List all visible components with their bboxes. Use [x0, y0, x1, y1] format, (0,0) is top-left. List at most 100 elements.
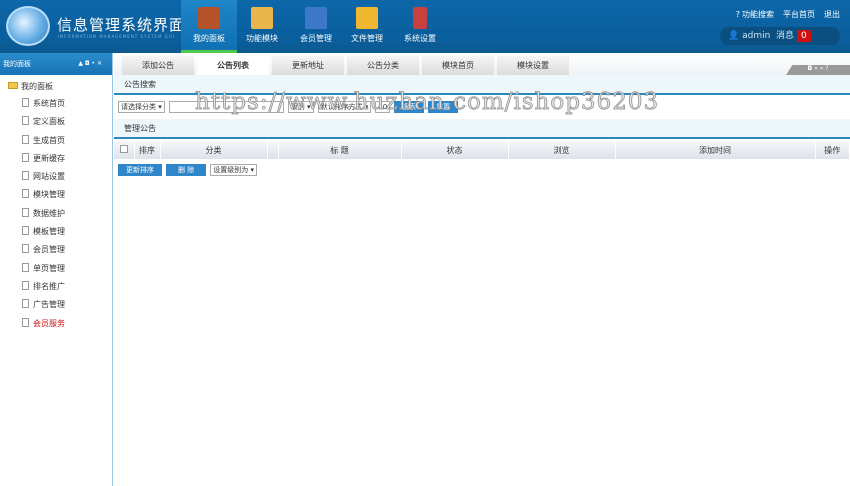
sidebar-item[interactable]: 网站设置: [0, 168, 112, 186]
col-blank: [267, 141, 279, 159]
tab-navigation[interactable]: ◘ « » ?: [786, 65, 850, 75]
sidebar-item[interactable]: 定义面板: [0, 113, 112, 131]
sidebar-item-label: 更新缓存: [33, 153, 65, 163]
tab-add-notice[interactable]: 添加公告: [122, 56, 194, 75]
col-order: 排序: [134, 141, 161, 159]
app-subtitle: INFORMATION MANAGEMENT SYSTEM GUI: [58, 34, 175, 39]
document-icon: [22, 134, 29, 144]
document-icon: [22, 299, 29, 309]
sidebar-item-label: 网站设置: [33, 172, 65, 182]
message-count-badge[interactable]: 0: [797, 30, 811, 42]
nav-my-panel[interactable]: 我的面板: [181, 0, 237, 53]
document-icon: [22, 189, 29, 199]
link-search[interactable]: 功能搜索: [742, 10, 774, 19]
sidebar-item[interactable]: 更新缓存: [0, 150, 112, 168]
sidebar-item-label: 单页管理: [33, 263, 65, 273]
update-order-button[interactable]: 更新排序: [118, 164, 162, 176]
nav-label: 会员管理: [300, 34, 332, 43]
category-select[interactable]: 请选择分类 ▾: [118, 101, 165, 113]
search-button[interactable]: 搜索: [394, 101, 425, 113]
document-icon: [22, 226, 29, 236]
delete-button[interactable]: 删 除: [166, 164, 207, 176]
search-section-title: 公告搜索: [114, 75, 850, 95]
logo-icon: [6, 6, 50, 46]
col-category: 分类: [160, 141, 268, 159]
folder-icon: [356, 7, 378, 29]
user-box: 👤 admin 消息 0: [720, 27, 840, 45]
sidebar-item-label: 会员管理: [33, 245, 65, 255]
wrench-icon: [413, 7, 427, 29]
sidebar-item-label: 广告管理: [33, 300, 65, 310]
document-icon: [22, 317, 29, 327]
manage-section-title: 管理公告: [114, 119, 850, 139]
document-icon: [22, 244, 29, 254]
sidebar-item[interactable]: 广告管理: [0, 296, 112, 314]
nav-label: 系统设置: [404, 34, 436, 43]
sidebar-item[interactable]: 生成首页: [0, 132, 112, 150]
sidebar-item[interactable]: 排名推广: [0, 278, 112, 296]
help-icon: ?: [735, 10, 740, 19]
sidebar-item[interactable]: 系统首页: [0, 95, 112, 113]
tree-root[interactable]: 我的面板: [0, 75, 112, 95]
document-icon: [22, 280, 29, 290]
col-title: 标 题: [278, 141, 402, 159]
document-icon: [22, 171, 29, 181]
nav-settings[interactable]: 系统设置: [392, 0, 448, 53]
sidebar-item-label: 生成首页: [33, 135, 65, 145]
link-logout[interactable]: 退出: [824, 10, 840, 19]
sidebar-item-label: 模块管理: [33, 190, 65, 200]
app-title: 信息管理系统界面: [57, 16, 186, 34]
keyword-input[interactable]: [168, 101, 284, 113]
order-select[interactable]: 默认排序方式 ▾: [317, 101, 372, 113]
messages-link[interactable]: 消息: [776, 31, 794, 41]
col-views: 浏览: [508, 141, 616, 159]
header: 信息管理系统界面 INFORMATION MANAGEMENT SYSTEM G…: [0, 0, 850, 53]
tab-module-home[interactable]: 模块首页: [422, 56, 494, 75]
set-level-select[interactable]: 设置级别为 ▾: [210, 164, 257, 176]
sidebar-controls[interactable]: ▲ ◘ • ✕: [78, 53, 102, 75]
nav-file[interactable]: 文件管理: [339, 0, 395, 53]
col-added-time: 添加时间: [615, 141, 816, 159]
sidebar-item-label: 模板管理: [33, 227, 65, 237]
tab-notice-category[interactable]: 公告分类: [347, 56, 419, 75]
search-row: 请选择分类 ▾ 级别 ▾ 默认排序方式 ▾ 20 搜索 重置: [114, 95, 850, 119]
link-home[interactable]: 平台首页: [783, 10, 815, 19]
sidebar-item[interactable]: 模块管理: [0, 186, 112, 204]
nav-function-module[interactable]: 功能模块: [234, 0, 290, 53]
tree-root-label: 我的面板: [21, 82, 53, 91]
ruler-icon: [251, 7, 273, 29]
document-icon: [22, 207, 29, 217]
col-actions: 操作: [815, 141, 850, 159]
nav-member[interactable]: 会员管理: [288, 0, 344, 53]
reset-button[interactable]: 重置: [428, 101, 459, 113]
sidebar-item[interactable]: 单页管理: [0, 260, 112, 278]
col-status: 状态: [401, 141, 509, 159]
sidebar: 我的面板 ▲ ◘ • ✕ 我的面板 系统首页 定义面板 生成首页 更新缓存 网站设置 模块管…: [0, 53, 113, 486]
sidebar-item-label: 定义面板: [33, 117, 65, 127]
nav-label: 功能模块: [246, 34, 278, 43]
main-content: 公告搜索 请选择分类 ▾ 级别 ▾ 默认排序方式 ▾ 20 搜索 重置 管理公告…: [114, 75, 850, 486]
level-select[interactable]: 级别 ▾: [287, 101, 314, 113]
top-links: ? 功能搜索 平台首页 退出: [727, 9, 840, 20]
document-icon: [22, 262, 29, 272]
page-size-input[interactable]: 20: [375, 101, 391, 113]
sidebar-item[interactable]: 模板管理: [0, 223, 112, 241]
sidebar-item-label: 会员服务: [33, 318, 65, 328]
select-all-checkbox[interactable]: [114, 141, 135, 159]
username[interactable]: admin: [742, 31, 770, 41]
bulk-actions: 更新排序 删 除 设置级别为 ▾: [114, 159, 850, 183]
nav-label: 我的面板: [193, 34, 225, 43]
tab-notice-list[interactable]: 公告列表: [197, 56, 269, 75]
sidebar-item[interactable]: 数据维护: [0, 205, 112, 223]
tab-module-settings[interactable]: 模块设置: [497, 56, 569, 75]
sidebar-item-label: 系统首页: [33, 99, 65, 108]
sidebar-item[interactable]: 会员服务: [0, 315, 112, 333]
sidebar-item-label: 排名推广: [33, 281, 65, 291]
sidebar-item-label: 数据维护: [33, 208, 65, 218]
sidebar-item[interactable]: 会员管理: [0, 241, 112, 259]
user-icon: 👤: [728, 31, 740, 41]
nav-label: 文件管理: [351, 34, 383, 43]
tab-update-url[interactable]: 更新地址: [272, 56, 344, 75]
tab-bar: 添加公告 公告列表 更新地址 公告分类 模块首页 模块设置 ◘ « » ?: [114, 53, 850, 75]
document-icon: [22, 98, 29, 107]
